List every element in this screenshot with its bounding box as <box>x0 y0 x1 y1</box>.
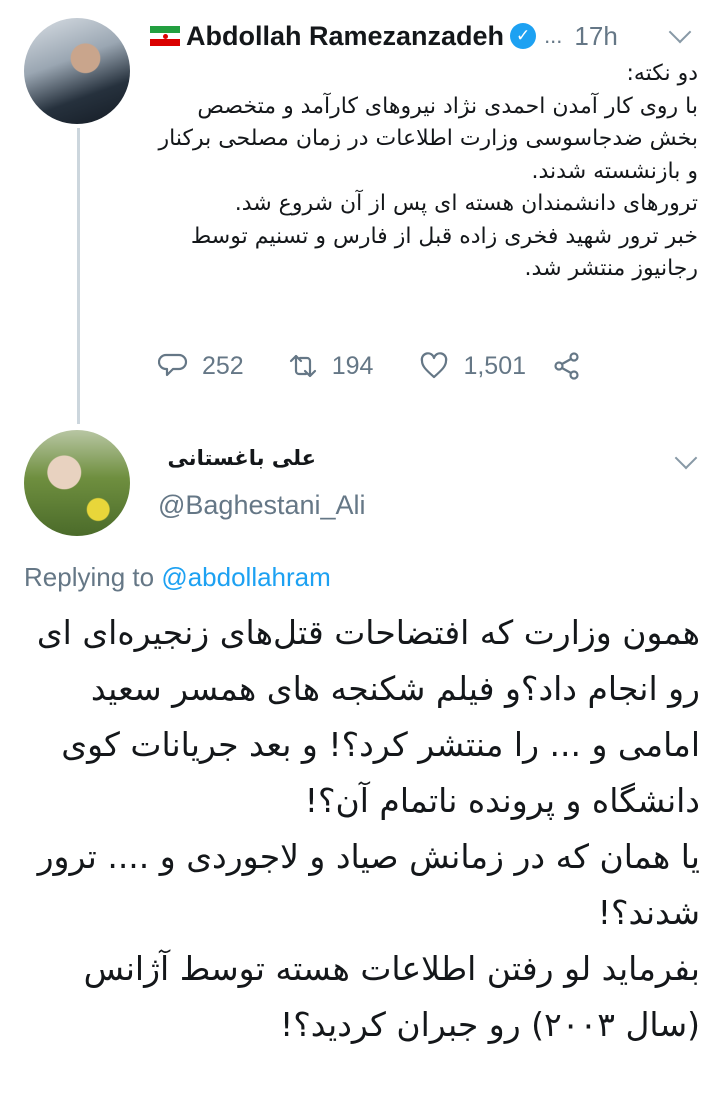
author-name[interactable]: Abdollah Ramezanzadeh <box>186 21 504 52</box>
share-button[interactable] <box>552 351 582 381</box>
like-icon <box>421 352 448 379</box>
retweet-icon <box>289 354 316 378</box>
thread-line <box>77 128 80 424</box>
verified-icon: ✓ <box>510 23 537 49</box>
avatar[interactable] <box>24 430 130 536</box>
more-dots: ... <box>544 23 563 48</box>
replying-label: Replying to <box>24 562 155 592</box>
reply-count: 252 <box>202 351 244 380</box>
tweet-header: Abdollah Ramezanzadeh ✓ ... 17h <box>150 16 700 56</box>
replying-handle-link[interactable]: @abdollahram <box>161 562 330 592</box>
like-count: 1,501 <box>463 351 526 380</box>
retweet-button[interactable]: 194 <box>288 351 374 381</box>
chevron-down-icon[interactable] <box>674 446 698 470</box>
reply-author-handle[interactable]: @Baghestani_Ali <box>158 490 366 521</box>
retweet-count: 194 <box>331 351 374 380</box>
tweet-text: دو نکته: با روی کار آمدن احمدی نژاد نیرو… <box>158 61 698 281</box>
reply-icon <box>158 353 188 377</box>
tweet-time[interactable]: 17h <box>574 21 617 52</box>
flag-icon <box>150 26 180 47</box>
tweet-actions: 252 194 1,501 <box>158 348 582 384</box>
like-button[interactable]: 1,501 <box>419 351 526 381</box>
reply-author-name[interactable]: علی باغستانی <box>160 446 316 470</box>
share-icon <box>554 352 579 380</box>
reply-text: همون وزارت که افتضاحات قتل‌های زنجیره‌ای… <box>36 613 700 1044</box>
replying-to: Replying to @abdollahram <box>24 562 331 593</box>
reply-button[interactable]: 252 <box>158 351 244 381</box>
avatar[interactable] <box>24 18 130 124</box>
